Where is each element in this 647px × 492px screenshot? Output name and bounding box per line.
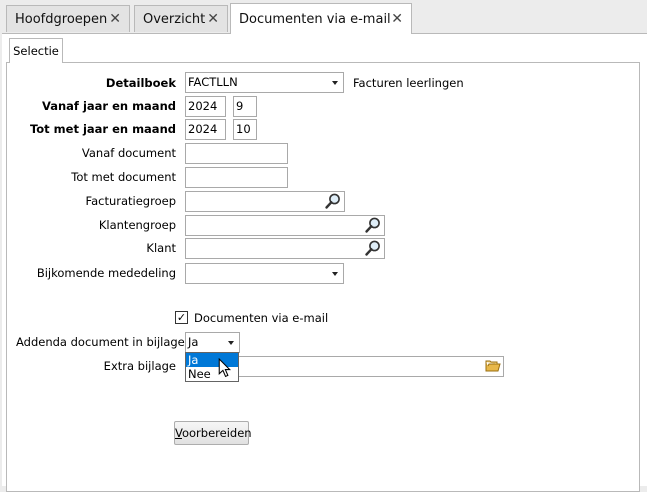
tab-documenten-via-email[interactable]: Documenten via e-mail ✕ xyxy=(230,3,412,34)
mouse-cursor-icon xyxy=(218,358,231,378)
voorbereiden-button[interactable]: Voorbereiden xyxy=(174,421,252,445)
tab-hoofdgroepen[interactable]: Hoofdgroepen ✕ xyxy=(6,5,130,32)
chevron-down-icon xyxy=(228,341,234,345)
search-icon[interactable] xyxy=(364,216,382,234)
bijkomende-mededeling-select[interactable] xyxy=(185,263,344,284)
chevron-down-icon xyxy=(332,81,338,85)
vanaf-maand-input[interactable]: 9 xyxy=(233,96,257,117)
detailboek-description: Facturen leerlingen xyxy=(353,76,464,90)
tab-label: Hoofdgroepen xyxy=(15,12,108,27)
tab-strip: Hoofdgroepen ✕ Overzicht ✕ Documenten vi… xyxy=(0,0,647,36)
extra-bijlage-label: Extra bijlage xyxy=(103,359,176,373)
tot-maand-value: 10 xyxy=(236,122,251,136)
klantengroep-label: Klantengroep xyxy=(98,218,176,232)
folder-icon[interactable] xyxy=(485,359,501,373)
vanaf-document-label: Vanaf document xyxy=(81,146,176,160)
addenda-label: Addenda document in bijlage xyxy=(16,335,185,349)
vanaf-maand-value: 9 xyxy=(236,99,244,113)
addenda-value: Ja xyxy=(188,335,199,349)
tab-label: Overzicht xyxy=(143,12,206,27)
tot-document-input[interactable] xyxy=(185,167,288,188)
klant-input[interactable] xyxy=(185,238,385,259)
facturatiegroep-input[interactable] xyxy=(185,191,345,212)
voorbereiden-label: oorbereiden xyxy=(181,426,252,440)
detailboek-value: FACTLLN xyxy=(188,75,238,89)
chevron-down-icon xyxy=(332,272,338,276)
close-icon[interactable]: ✕ xyxy=(207,6,219,33)
tot-jaar-value: 2024 xyxy=(188,122,218,136)
tab-selectie[interactable]: Selectie xyxy=(9,38,63,63)
tab-label: Documenten via e-mail xyxy=(239,12,391,27)
vanaf-jaar-input[interactable]: 2024 xyxy=(185,96,226,117)
tab-overzicht[interactable]: Overzicht ✕ xyxy=(134,5,228,32)
tot-jaar-input[interactable]: 2024 xyxy=(185,119,226,140)
bijkomende-mededeling-label: Bijkomende mededeling xyxy=(36,266,176,280)
klantengroep-input[interactable] xyxy=(185,215,385,236)
tot-jaar-maand-label: Tot met jaar en maand xyxy=(29,122,176,136)
tot-maand-input[interactable]: 10 xyxy=(233,119,257,140)
search-icon[interactable] xyxy=(364,239,382,257)
tot-document-label: Tot met document xyxy=(71,170,176,184)
detailboek-select[interactable]: FACTLLN xyxy=(185,72,344,93)
vanaf-document-input[interactable] xyxy=(185,143,288,164)
facturatiegroep-label: Facturatiegroep xyxy=(85,194,176,208)
search-icon[interactable] xyxy=(324,192,342,210)
documenten-email-label[interactable]: Documenten via e-mail xyxy=(194,310,328,326)
documenten-email-checkbox[interactable]: ✓ xyxy=(175,311,188,324)
vanaf-jaar-value: 2024 xyxy=(188,99,218,113)
vanaf-jaar-maand-label: Vanaf jaar en maand xyxy=(41,99,176,113)
close-icon[interactable]: ✕ xyxy=(391,4,403,35)
klant-label: Klant xyxy=(146,241,176,255)
voorbereiden-accesskey: V xyxy=(175,426,182,440)
close-icon[interactable]: ✕ xyxy=(109,6,121,33)
detailboek-label: Detailboek xyxy=(105,76,176,90)
check-icon: ✓ xyxy=(176,311,187,324)
